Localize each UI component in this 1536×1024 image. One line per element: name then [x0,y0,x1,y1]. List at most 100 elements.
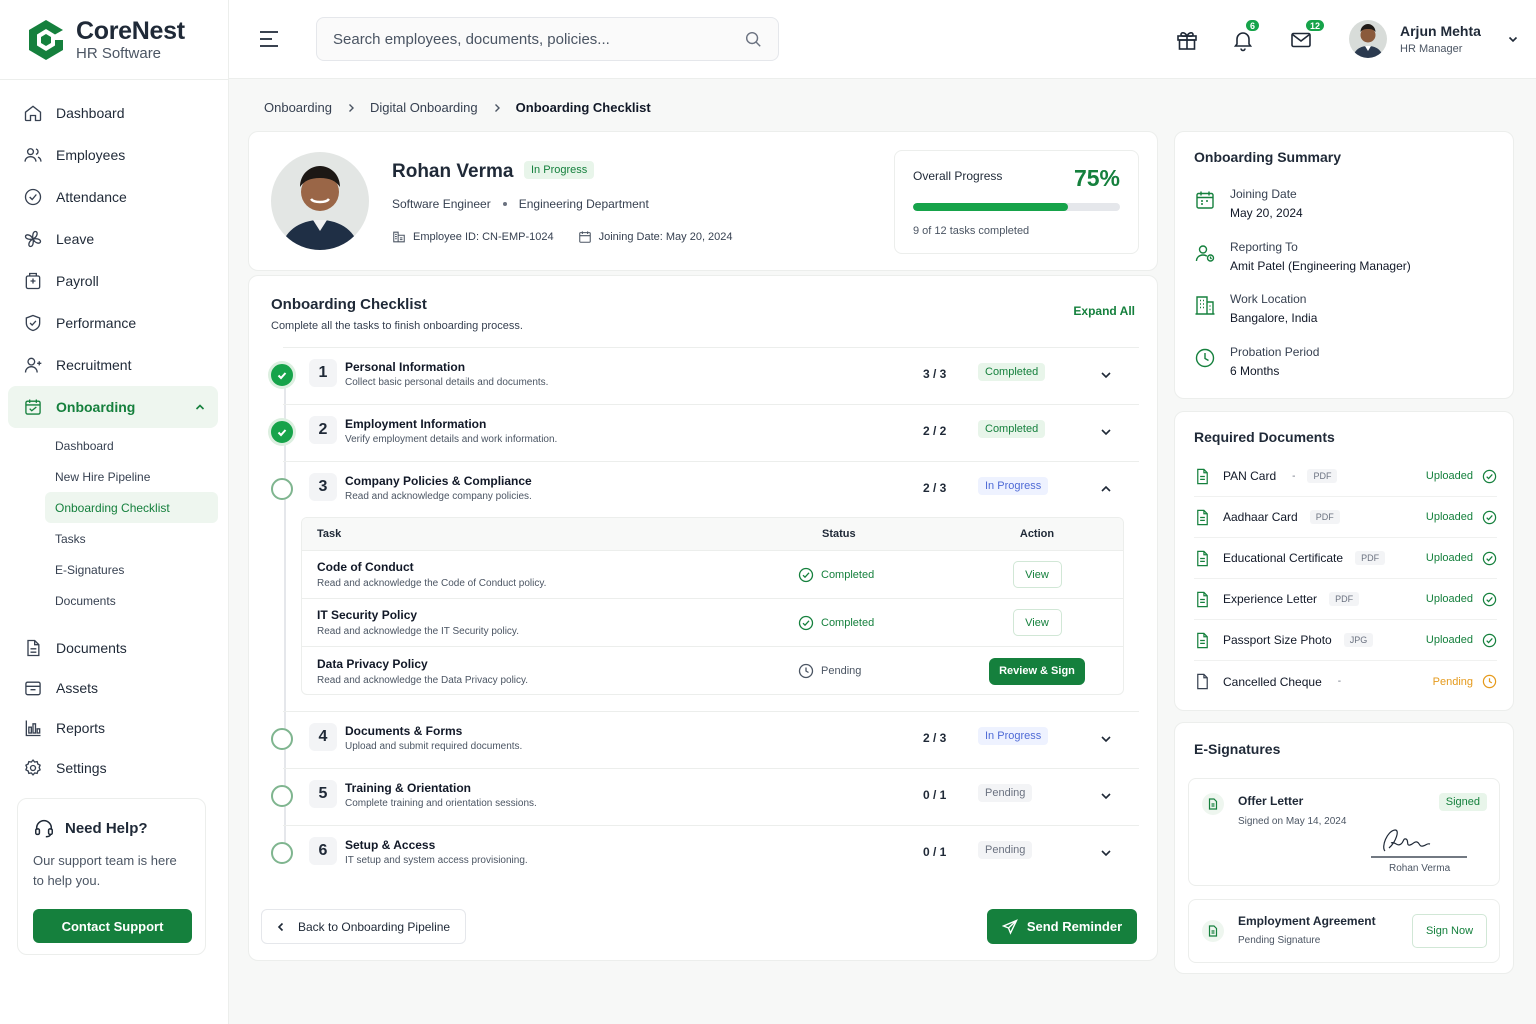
checklist-step-4[interactable]: 4 Documents & Forms Upload and submit re… [271,711,1139,768]
chevron-right-icon [494,103,500,112]
document-separator: - [1292,470,1296,482]
sign-now-button[interactable]: Sign Now [1412,914,1487,948]
user-menu[interactable]: Arjun Mehta HR Manager [1349,20,1519,58]
list-item[interactable]: Educational Certificate PDF Uploaded [1194,538,1497,579]
chevron-up-icon[interactable] [1099,482,1113,496]
file-icon [1197,468,1208,484]
step-number: 3 [309,473,337,501]
menu-icon[interactable] [259,30,279,48]
chevron-down-icon[interactable] [1507,33,1519,45]
list-item[interactable]: Experience Letter PDF Uploaded [1194,579,1497,620]
subnav-new-hire-pipeline[interactable]: New Hire Pipeline [45,461,218,492]
step-count: 3 / 3 [923,367,947,381]
check-circle-icon [1482,510,1497,524]
list-item[interactable]: PAN Card - PDF Uploaded [1194,456,1497,497]
sidebar-item-assets[interactable]: Assets [8,668,218,708]
subnav-onboarding-checklist[interactable]: Onboarding Checklist [45,492,218,523]
search-input[interactable] [333,30,744,48]
subnav-documents[interactable]: Documents [45,585,218,616]
sidebar-item-attendance[interactable]: Attendance [8,176,218,218]
table-row: Data Privacy Policy Read and acknowledge… [302,647,1123,694]
calendar-icon [578,231,591,243]
file-icon [1197,591,1208,607]
search-icon[interactable] [744,30,762,48]
signer-name: Rohan Verma [1389,863,1451,874]
sidebar-item-label: Payroll [56,273,99,289]
checklist-step-6[interactable]: 6 Setup & Access IT setup and system acc… [271,825,1139,882]
clock-icon [1195,348,1215,368]
summary-title: Onboarding Summary [1194,149,1342,165]
document-icon [1208,925,1218,937]
checklist-title: Onboarding Checklist [271,296,427,313]
task-description: Read and acknowledge the Data Privacy po… [317,674,529,686]
chevron-down-icon[interactable] [1099,846,1113,860]
employee-card: Rohan Verma In Progress Software Enginee… [248,131,1158,271]
review-sign-button[interactable]: Review & Sign [989,657,1085,685]
chevron-down-icon[interactable] [1099,368,1113,382]
sidebar-item-onboarding[interactable]: Onboarding [8,386,218,428]
chevron-down-icon[interactable] [1099,425,1113,439]
view-button[interactable]: View [1012,561,1062,588]
sidebar-item-payroll[interactable]: Payroll [8,260,218,302]
chevron-down-icon[interactable] [1099,732,1113,746]
gift-icon[interactable] [1175,28,1199,52]
document-status: Uploaded [1426,469,1497,484]
employment-agreement-signature[interactable]: Employment Agreement Pending Signature S… [1188,899,1500,963]
chevron-down-icon[interactable] [1099,789,1113,803]
chevron-up-icon[interactable] [194,401,206,413]
checklist-step-5[interactable]: 5 Training & Orientation Complete traini… [271,768,1139,825]
checklist-step-2[interactable]: 2 Employment Information Verify employme… [271,404,1139,461]
breadcrumb-onboarding[interactable]: Onboarding [264,100,332,115]
sidebar-item-recruitment[interactable]: Recruitment [8,344,218,386]
task-action: Review & Sign [962,657,1112,685]
signature-doc-name: Employment Agreement [1238,914,1376,928]
expand-all-link[interactable]: Expand All [1073,304,1135,318]
step-number: 5 [309,780,337,808]
document-status: Uploaded [1426,551,1497,566]
document-status-text: Uploaded [1425,511,1473,523]
subnav-dashboard[interactable]: Dashboard [45,430,218,461]
view-button[interactable]: View [1012,609,1062,636]
document-status: Uploaded [1426,633,1497,648]
onboarding-subnav: Dashboard New Hire Pipeline Onboarding C… [45,430,218,616]
contact-support-button[interactable]: Contact Support [33,909,192,943]
step-description: Complete training and orientation sessio… [345,798,537,809]
task-status: Completed [798,567,874,583]
task-info: IT Security Policy Read and acknowledge … [317,608,519,637]
list-item[interactable]: Passport Size Photo JPG Uploaded [1194,620,1497,661]
subnav-tasks[interactable]: Tasks [45,523,218,554]
document-status: Uploaded [1426,592,1497,607]
step-count: 2 / 3 [923,731,947,745]
offer-letter-signature[interactable]: Offer Letter Signed Signed on May 14, 20… [1188,778,1500,886]
step-count: 2 / 3 [923,481,947,495]
leave-icon [24,230,42,248]
checklist-step-1[interactable]: 1 Personal Information Collect basic per… [271,347,1139,404]
progress-bar [913,203,1120,211]
meta-separator [502,202,507,206]
headset-icon [35,820,53,838]
step-status-pending [271,785,293,807]
sidebar-item-documents[interactable]: Documents [8,628,218,668]
list-item[interactable]: Aadhaar Card PDF Uploaded [1194,497,1497,538]
sidebar-item-employees[interactable]: Employees [8,134,218,176]
sidebar-item-settings[interactable]: Settings [8,748,218,788]
sidebar-item-reports[interactable]: Reports [8,708,218,748]
summary-work-location: Work Location Bangalore, India [1194,292,1317,325]
clock-icon [798,663,814,679]
sidebar-item-leave[interactable]: Leave [8,218,218,260]
summary-label: Joining Date [1230,187,1297,201]
back-to-pipeline-button[interactable]: Back to Onboarding Pipeline [261,909,466,944]
list-item[interactable]: Cancelled Cheque - Pending [1194,661,1497,702]
messages-badge: 12 [1304,18,1327,33]
document-icon-wrap [1202,920,1224,942]
document-type: PDF [1307,469,1338,483]
sidebar-item-dashboard[interactable]: Dashboard [8,92,218,134]
subnav-e-signatures[interactable]: E-Signatures [45,554,218,585]
breadcrumb-digital-onboarding[interactable]: Digital Onboarding [370,100,478,115]
send-reminder-button[interactable]: Send Reminder [987,909,1137,944]
sidebar-item-performance[interactable]: Performance [8,302,218,344]
document-name: Experience Letter [1223,592,1318,606]
sidebar-item-label: Dashboard [56,105,125,121]
brand[interactable]: CoreNest HR Software [26,17,185,63]
employee-name: Rohan Verma [392,161,514,182]
